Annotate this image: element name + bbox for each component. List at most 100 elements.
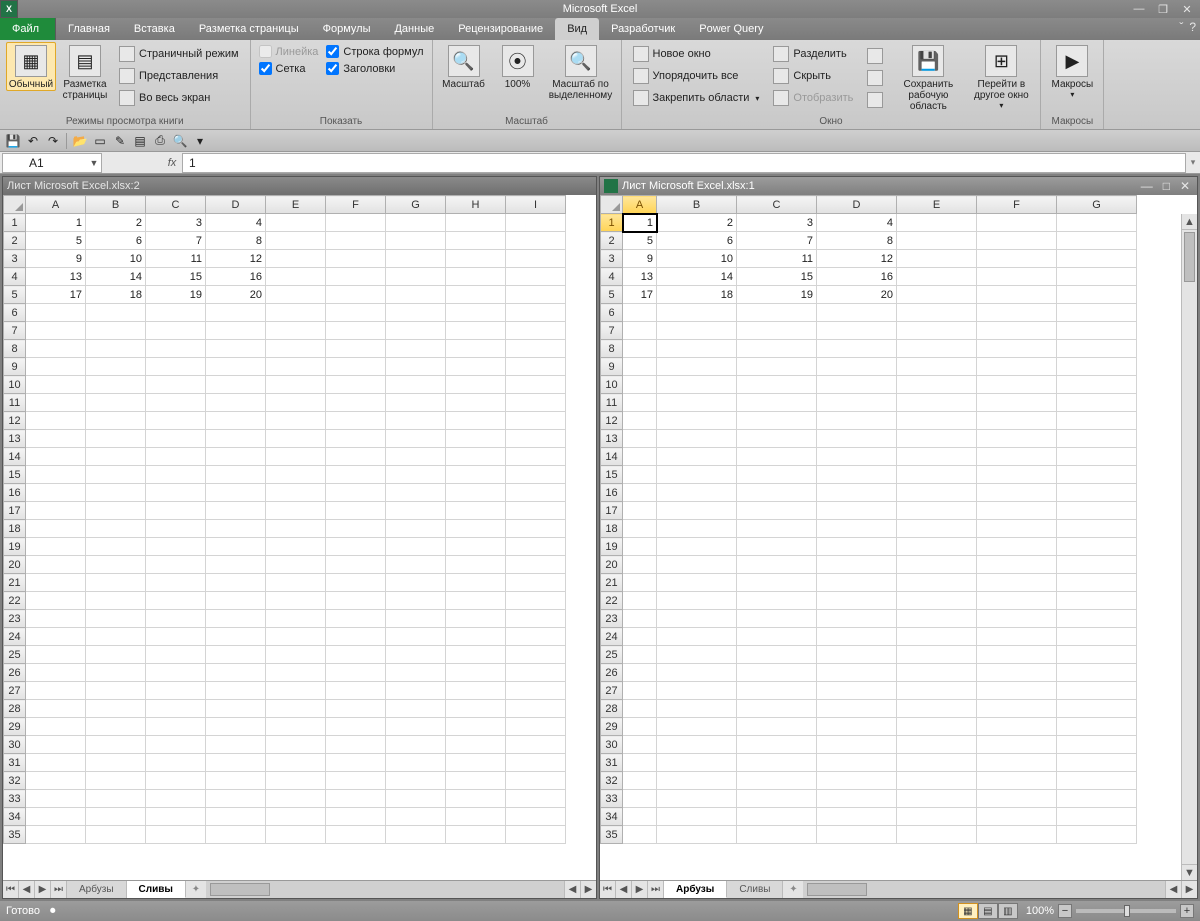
cell-E21[interactable] [897, 574, 977, 592]
cell-B20[interactable] [86, 556, 146, 574]
cell-A2[interactable]: 5 [623, 232, 657, 250]
compare-button[interactable] [862, 68, 888, 88]
cell-B30[interactable] [657, 736, 737, 754]
cell-C12[interactable] [737, 412, 817, 430]
row-header-13[interactable]: 13 [601, 430, 623, 448]
cell-I27[interactable] [506, 682, 566, 700]
cell-A2[interactable]: 5 [26, 232, 86, 250]
hscroll-right-arrow-r[interactable]: ▶ [1181, 881, 1197, 898]
cell-G19[interactable] [386, 538, 446, 556]
tab-Power Query[interactable]: Power Query [687, 18, 775, 40]
cell-D20[interactable] [206, 556, 266, 574]
sheet-nav-prev[interactable]: ◀ [19, 881, 35, 898]
col-header-I[interactable]: I [506, 196, 566, 214]
cell-G17[interactable] [386, 502, 446, 520]
qat-btn-9[interactable]: 🔍 [171, 132, 189, 150]
cell-H8[interactable] [446, 340, 506, 358]
cell-F28[interactable] [977, 700, 1057, 718]
col-header-B[interactable]: B [86, 196, 146, 214]
cell-G6[interactable] [386, 304, 446, 322]
cell-B6[interactable] [657, 304, 737, 322]
cell-D18[interactable] [817, 520, 897, 538]
cell-G30[interactable] [1057, 736, 1137, 754]
row-header-6[interactable]: 6 [4, 304, 26, 322]
cell-B34[interactable] [657, 808, 737, 826]
sheet-nav-next[interactable]: ▶ [632, 881, 648, 898]
qat-customize-button[interactable]: ▾ [191, 132, 209, 150]
cell-I4[interactable] [506, 268, 566, 286]
cell-A7[interactable] [26, 322, 86, 340]
cell-H22[interactable] [446, 592, 506, 610]
cell-B8[interactable] [657, 340, 737, 358]
cell-B3[interactable]: 10 [86, 250, 146, 268]
cell-G18[interactable] [1057, 520, 1137, 538]
cell-G26[interactable] [1057, 664, 1137, 682]
cell-B14[interactable] [657, 448, 737, 466]
cell-C26[interactable] [737, 664, 817, 682]
cell-G23[interactable] [1057, 610, 1137, 628]
cell-F22[interactable] [326, 592, 386, 610]
cell-I21[interactable] [506, 574, 566, 592]
col-header-B[interactable]: B [657, 196, 737, 214]
cell-F16[interactable] [326, 484, 386, 502]
cell-I32[interactable] [506, 772, 566, 790]
cell-B32[interactable] [657, 772, 737, 790]
new-sheet-button[interactable]: ✦ [783, 881, 803, 898]
cell-I15[interactable] [506, 466, 566, 484]
cell-C27[interactable] [737, 682, 817, 700]
cell-C5[interactable]: 19 [737, 286, 817, 304]
cell-D6[interactable] [206, 304, 266, 322]
cell-A15[interactable] [623, 466, 657, 484]
cell-I13[interactable] [506, 430, 566, 448]
cell-E21[interactable] [266, 574, 326, 592]
row-header-9[interactable]: 9 [601, 358, 623, 376]
cell-A35[interactable] [623, 826, 657, 844]
row-header-11[interactable]: 11 [4, 394, 26, 412]
cell-E17[interactable] [897, 502, 977, 520]
cell-G20[interactable] [1057, 556, 1137, 574]
cell-D17[interactable] [206, 502, 266, 520]
cell-A20[interactable] [623, 556, 657, 574]
col-header-E[interactable]: E [897, 196, 977, 214]
cell-F23[interactable] [326, 610, 386, 628]
cell-B35[interactable] [86, 826, 146, 844]
cell-C24[interactable] [737, 628, 817, 646]
row-header-34[interactable]: 34 [601, 808, 623, 826]
cell-A16[interactable] [623, 484, 657, 502]
cell-F26[interactable] [977, 664, 1057, 682]
cell-D20[interactable] [817, 556, 897, 574]
cell-F24[interactable] [326, 628, 386, 646]
sync-scroll-button[interactable] [862, 46, 888, 66]
cell-D34[interactable] [817, 808, 897, 826]
cell-G35[interactable] [386, 826, 446, 844]
row-header-30[interactable]: 30 [601, 736, 623, 754]
cell-A15[interactable] [26, 466, 86, 484]
cell-A10[interactable] [26, 376, 86, 394]
cell-A22[interactable] [26, 592, 86, 610]
row-header-24[interactable]: 24 [4, 628, 26, 646]
cell-D26[interactable] [206, 664, 266, 682]
cell-C15[interactable] [737, 466, 817, 484]
cell-D2[interactable]: 8 [817, 232, 897, 250]
cell-E20[interactable] [266, 556, 326, 574]
cell-E15[interactable] [897, 466, 977, 484]
view-custom-views-button[interactable]: Представления [114, 66, 244, 86]
cell-D14[interactable] [206, 448, 266, 466]
cell-I30[interactable] [506, 736, 566, 754]
cell-C7[interactable] [737, 322, 817, 340]
cell-C32[interactable] [146, 772, 206, 790]
cell-D31[interactable] [817, 754, 897, 772]
cell-C10[interactable] [737, 376, 817, 394]
view-page-break-button[interactable]: Страничный режим [114, 44, 244, 64]
cell-A5[interactable]: 17 [623, 286, 657, 304]
cell-D32[interactable] [817, 772, 897, 790]
tab-Вид[interactable]: Вид [555, 18, 599, 40]
cell-E30[interactable] [897, 736, 977, 754]
cell-F31[interactable] [977, 754, 1057, 772]
cell-D25[interactable] [817, 646, 897, 664]
cell-A28[interactable] [623, 700, 657, 718]
cell-G24[interactable] [386, 628, 446, 646]
row-header-17[interactable]: 17 [4, 502, 26, 520]
checkbox-ruler[interactable]: Линейка [257, 44, 321, 59]
cell-C22[interactable] [146, 592, 206, 610]
